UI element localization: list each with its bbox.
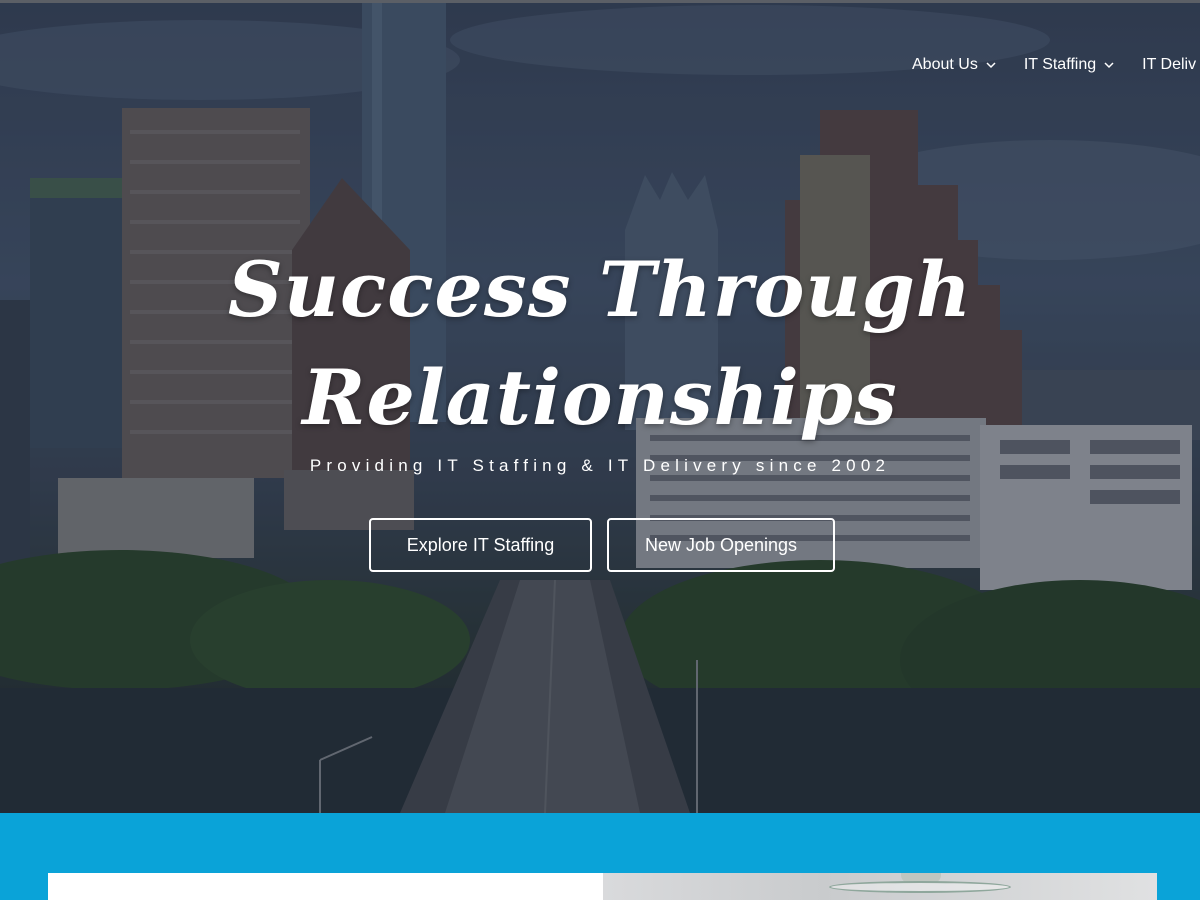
nav-item-label: About Us [912, 56, 978, 73]
nav-item-label: IT Deliv [1142, 56, 1197, 73]
nav-item-label: IT Staffing [1023, 56, 1097, 73]
top-border [0, 0, 1200, 3]
hero-headline-line2: Relationships [302, 353, 898, 442]
new-job-openings-button[interactable]: New Job Openings [607, 518, 835, 572]
chevron-down-icon [986, 62, 996, 69]
nav-item-about-us[interactable]: About Us [912, 56, 996, 74]
chevron-down-icon [1104, 62, 1114, 69]
hero-tagline: Providing IT Staffing & IT Delivery sinc… [309, 456, 891, 475]
hero-section: About Us IT Staffing IT Deliv Success Th… [0, 0, 1200, 813]
content-card-photo [603, 873, 1157, 900]
explore-it-staffing-button[interactable]: Explore IT Staffing [369, 518, 592, 572]
nav-item-it-delivery[interactable]: IT Deliv [1142, 56, 1196, 74]
main-nav: About Us IT Staffing IT Deliv [912, 56, 1200, 74]
content-card-white [48, 873, 603, 900]
hero-headline-line1: Success Through [227, 245, 973, 334]
nav-item-it-staffing[interactable]: IT Staffing [1024, 56, 1114, 74]
glass-lamp-shade [829, 881, 1011, 893]
